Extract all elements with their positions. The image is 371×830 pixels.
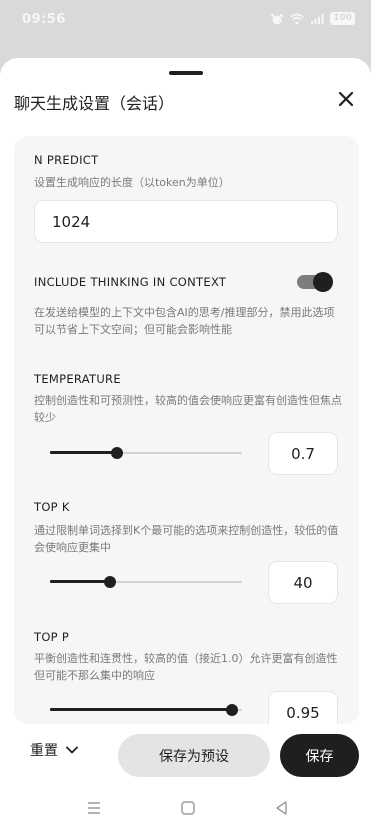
slider-thumb[interactable]: [111, 447, 123, 459]
temperature-value[interactable]: 0.7: [268, 432, 338, 475]
slider-thumb[interactable]: [226, 704, 238, 716]
top-k-value[interactable]: 40: [268, 561, 338, 604]
reset-button[interactable]: 重置: [30, 740, 78, 760]
top-k-label: TOP K: [34, 500, 70, 514]
menu-icon[interactable]: [86, 800, 102, 816]
thinking-toggle[interactable]: [297, 272, 335, 292]
n-predict-label: N PREDICT: [34, 153, 99, 167]
temperature-desc: 控制创造性和可预测性，较高的值会使响应更富有创造性但焦点较少: [34, 394, 342, 424]
n-predict-input[interactable]: 1024: [34, 200, 338, 243]
thinking-label: INCLUDE THINKING IN CONTEXT: [34, 275, 227, 289]
status-icons: 100: [270, 12, 355, 25]
save-button[interactable]: 保存: [280, 734, 359, 777]
chevron-down-icon: [66, 746, 78, 754]
temperature-label: TEMPERATURE: [34, 372, 121, 386]
alarm-icon: [271, 13, 284, 24]
signal-icon: [311, 13, 324, 24]
temperature-slider[interactable]: [50, 446, 242, 460]
slider-fill: [50, 451, 117, 454]
action-bar: 重置 保存为预设 保存: [0, 724, 371, 780]
n-predict-desc: 设置生成响应的长度（以token为单位）: [34, 176, 230, 189]
battery-icon: 100: [330, 12, 355, 25]
home-icon[interactable]: [180, 800, 196, 816]
settings-card: N PREDICT 设置生成响应的长度（以token为单位） 1024 INCL…: [14, 136, 359, 724]
slider-fill: [50, 708, 232, 711]
top-p-value[interactable]: 0.95: [268, 691, 338, 724]
close-icon[interactable]: [335, 88, 357, 110]
settings-sheet: 聊天生成设置（会话） N PREDICT 设置生成响应的长度（以token为单位…: [0, 58, 371, 830]
top-k-desc: 通过限制单词选择到K个最可能的选项来控制创造性，较低的值会使响应更集中: [34, 524, 339, 554]
save-preset-button[interactable]: 保存为预设: [118, 734, 270, 777]
top-p-desc: 平衡创造性和连贯性，较高的值（接近1.0）允许更富有创造性但可能不那么集中的响应: [34, 652, 338, 682]
wifi-icon: [290, 13, 304, 24]
slider-thumb[interactable]: [104, 576, 116, 588]
reset-label: 重置: [30, 743, 58, 759]
drag-handle[interactable]: [169, 71, 203, 75]
sheet-title: 聊天生成设置（会话）: [14, 94, 175, 113]
navigation-bar: [0, 782, 371, 830]
toggle-knob: [313, 272, 333, 292]
top-p-slider[interactable]: [50, 703, 242, 717]
top-p-label: TOP P: [34, 630, 70, 644]
thinking-desc: 在发送给模型的上下文中包含AI的思考/推理部分，禁用此选项可以节省上下文空间；但…: [34, 306, 335, 336]
status-bar: 09:56 100: [0, 0, 371, 40]
status-time: 09:56: [22, 12, 66, 27]
top-k-slider[interactable]: [50, 575, 242, 589]
slider-fill: [50, 580, 110, 583]
back-icon[interactable]: [274, 800, 290, 816]
